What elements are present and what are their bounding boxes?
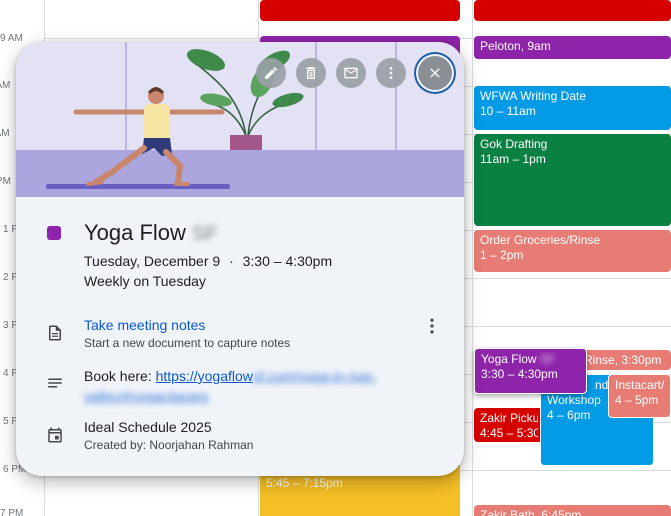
time-label: 7 PM	[0, 508, 24, 516]
time-label: 12 PM	[0, 176, 11, 187]
description-prefix: Book here:	[84, 368, 156, 384]
event-time: 1 – 2pm	[480, 248, 524, 262]
event-title: WFWA Writing Date	[480, 89, 587, 103]
event-title-text: Yoga Flow	[84, 220, 186, 245]
event-recurrence: Weekly on Tuesday	[84, 273, 206, 289]
document-icon	[49, 325, 61, 341]
event-title: Rinse	[584, 353, 615, 367]
more-options-button[interactable]	[376, 58, 406, 88]
event-date: Tuesday, December 9	[84, 253, 221, 269]
event-title: Peloton	[480, 39, 521, 53]
event-description: Book here: https://yogaflowsf.com/yoga-i…	[84, 366, 414, 406]
event-title-blurred: SF	[192, 223, 218, 245]
event-time: 4 – 5pm	[615, 393, 659, 407]
take-meeting-notes-link[interactable]: Take meeting notes	[84, 317, 205, 333]
event-time: 9am	[527, 39, 551, 53]
close-icon	[430, 68, 440, 78]
event-title-heading: Yoga Flow SF	[84, 220, 218, 246]
calendar-event-groceries[interactable]: Order Groceries/Rinse 1 – 2pm	[474, 230, 671, 272]
calendar-event-peloton[interactable]: Peloton, 9am	[474, 36, 671, 59]
edit-icon	[265, 66, 277, 79]
time-label: 11 AM	[0, 128, 10, 139]
description-icon	[48, 378, 62, 388]
calendar-event-wfwa[interactable]: WFWA Writing Date 10 – 11am	[474, 86, 671, 130]
calendar-event[interactable]	[260, 0, 460, 21]
event-title-blurred: SF	[539, 352, 556, 366]
calendar-event-zakir-pickup[interactable]: Zakir Picku 4:45 – 5:30	[474, 408, 544, 442]
event-color-swatch	[47, 226, 61, 240]
delete-button[interactable]	[296, 58, 326, 88]
event-details-popup: Yoga Flow SF Tuesday, December 9 · 3:30 …	[16, 42, 464, 476]
email-guests-button[interactable]	[336, 58, 366, 88]
calendar-event-instacart[interactable]: Instacart/ 4 – 5pm	[608, 374, 671, 418]
event-time: 3:30 – 4:30pm	[481, 367, 558, 381]
calendar-name: Ideal Schedule 2025	[84, 419, 212, 435]
event-time: 6:45pm	[541, 508, 582, 516]
event-time: 3:30pm	[621, 353, 662, 367]
calendar-event-zakir-bath[interactable]: Zakir Bath, 6:45pm	[474, 505, 671, 516]
event-title: Instacart/	[615, 378, 664, 392]
time-label: 10 AM	[0, 80, 11, 91]
date-separator: ·	[229, 253, 234, 269]
event-time: 3:30 – 4:30pm	[242, 253, 333, 269]
edit-button[interactable]	[256, 58, 286, 88]
notes-more-icon[interactable]	[422, 316, 442, 336]
calendar-event[interactable]	[474, 0, 671, 21]
meeting-notes-subtext: Start a new document to capture notes	[84, 336, 291, 350]
event-title: Gok Drafting	[480, 137, 548, 151]
event-time: 10 – 11am	[480, 104, 536, 118]
calendar-icon	[48, 427, 62, 443]
calendar-event-yoga-flow[interactable]: Yoga Flow SF 3:30 – 4:30pm	[474, 348, 587, 394]
popup-toolbar	[246, 56, 452, 90]
event-title: Zakir Picku	[480, 411, 538, 425]
event-creator: Created by: Noorjahan Rahman	[84, 438, 254, 452]
calendar-event-rinse[interactable]: Rinse, 3:30pm	[580, 350, 671, 370]
calendar-event-gok[interactable]: Gok Drafting 11am – 1pm	[474, 134, 671, 226]
event-time: 5:45 – 7:15pm	[266, 476, 343, 490]
event-datetime: Tuesday, December 9 · 3:30 – 4:30pm	[84, 253, 332, 269]
delete-icon	[306, 67, 316, 79]
event-title: Order Groceries/Rinse	[480, 233, 601, 247]
event-time: 4:45 – 5:30	[480, 426, 538, 440]
email-icon	[344, 67, 358, 79]
event-time: 11am – 1pm	[480, 152, 546, 166]
event-title: Yoga Flow	[481, 352, 537, 366]
event-title: Zakir Bath	[480, 508, 535, 516]
booking-link-visible: https://yogaflow	[155, 368, 253, 384]
close-button[interactable]	[418, 56, 452, 90]
calendar-screen: 9 AM 10 AM 11 AM 12 PM 1 PM 2 PM 3 PM 4 …	[0, 0, 671, 516]
more-vert-icon	[389, 67, 393, 79]
grid-line	[472, 0, 473, 516]
